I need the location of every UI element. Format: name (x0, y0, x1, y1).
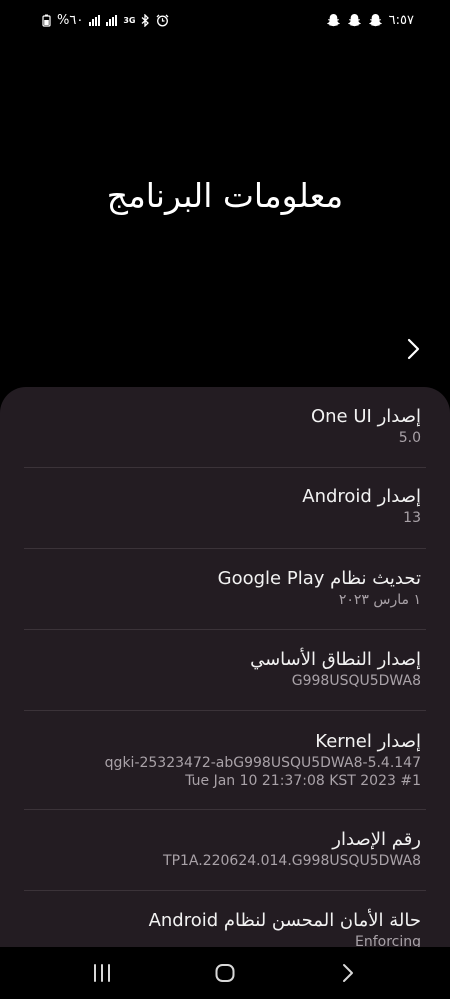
list-item-title: إصدار Android (302, 486, 421, 507)
list-item-title: رقم الإصدار (332, 829, 421, 850)
chevron-right-icon[interactable] (400, 336, 426, 362)
info-card: إصدار One UI 5.0 إصدار Android 13 تحديث … (0, 387, 450, 947)
snapchat-icon-3 (368, 13, 383, 27)
list-item-title: إصدار Kernel (315, 731, 421, 752)
list-item-kernel-version[interactable]: إصدار Kernel 5.4.147-qgki-25323472-abG99… (0, 711, 450, 810)
alarm-icon (156, 14, 169, 27)
network-type-label: 3G (123, 15, 136, 25)
page-title: معلومات البرنامج (106, 176, 344, 215)
signal-icon (89, 14, 101, 26)
status-time: ٦:٥٧ (388, 12, 414, 28)
snapchat-icon (326, 13, 341, 27)
list-item-title: إصدار النطاق الأساسي (250, 649, 421, 670)
back-icon (343, 964, 354, 982)
list-item-value-2: #1 Tue Jan 10 21:37:08 KST 2023 (185, 773, 421, 789)
list-item-value: 5.0 (398, 430, 421, 446)
list-item-value: TP1A.220624.014.G998USQU5DWA8 (163, 853, 421, 869)
battery-percent: %٦٠ (57, 12, 84, 28)
list-item-title: إصدار One UI (310, 406, 421, 427)
home-icon (215, 964, 235, 982)
status-bar: %٦٠ 3G ٦:٥٧ (0, 0, 450, 40)
list-item-one-ui-version[interactable]: إصدار One UI 5.0 (0, 387, 450, 468)
list-item-value: Enforcing (354, 934, 421, 947)
recents-button[interactable] (82, 953, 122, 993)
list-item-build-number[interactable]: رقم الإصدار TP1A.220624.014.G998USQU5DWA… (0, 810, 450, 891)
list-item-title: حالة الأمان المحسن لنظام Android (148, 910, 421, 931)
home-button[interactable] (205, 953, 245, 993)
list-item-title: تحديث نظام Google Play (217, 568, 421, 589)
list-item-value: ١ مارس ٢٠٢٣ (338, 592, 421, 608)
bluetooth-icon (141, 13, 150, 27)
list-item-value: G998USQU5DWA8 (291, 673, 421, 689)
recents-icon (93, 964, 110, 982)
battery-saver-icon (42, 14, 51, 27)
list-item-value: 13 (403, 510, 421, 526)
navigation-bar (0, 947, 450, 999)
back-button[interactable] (328, 953, 368, 993)
list-item-selinux-status[interactable]: حالة الأمان المحسن لنظام Android Enforci… (0, 891, 450, 947)
list-item-google-play-update[interactable]: تحديث نظام Google Play ١ مارس ٢٠٢٣ (0, 549, 450, 630)
snapchat-icon-2 (347, 13, 362, 27)
list-item-value: 5.4.147-qgki-25323472-abG998USQU5DWA8 (104, 755, 421, 771)
list-item-baseband-version[interactable]: إصدار النطاق الأساسي G998USQU5DWA8 (0, 630, 450, 711)
list-item-android-version[interactable]: إصدار Android 13 (0, 468, 450, 549)
screen: %٦٠ 3G ٦:٥٧ معلومات البرنامج إصدار One U… (0, 0, 450, 999)
status-left: %٦٠ 3G (42, 13, 169, 28)
signal-icon-2 (106, 14, 118, 26)
status-right: ٦:٥٧ (326, 13, 414, 28)
